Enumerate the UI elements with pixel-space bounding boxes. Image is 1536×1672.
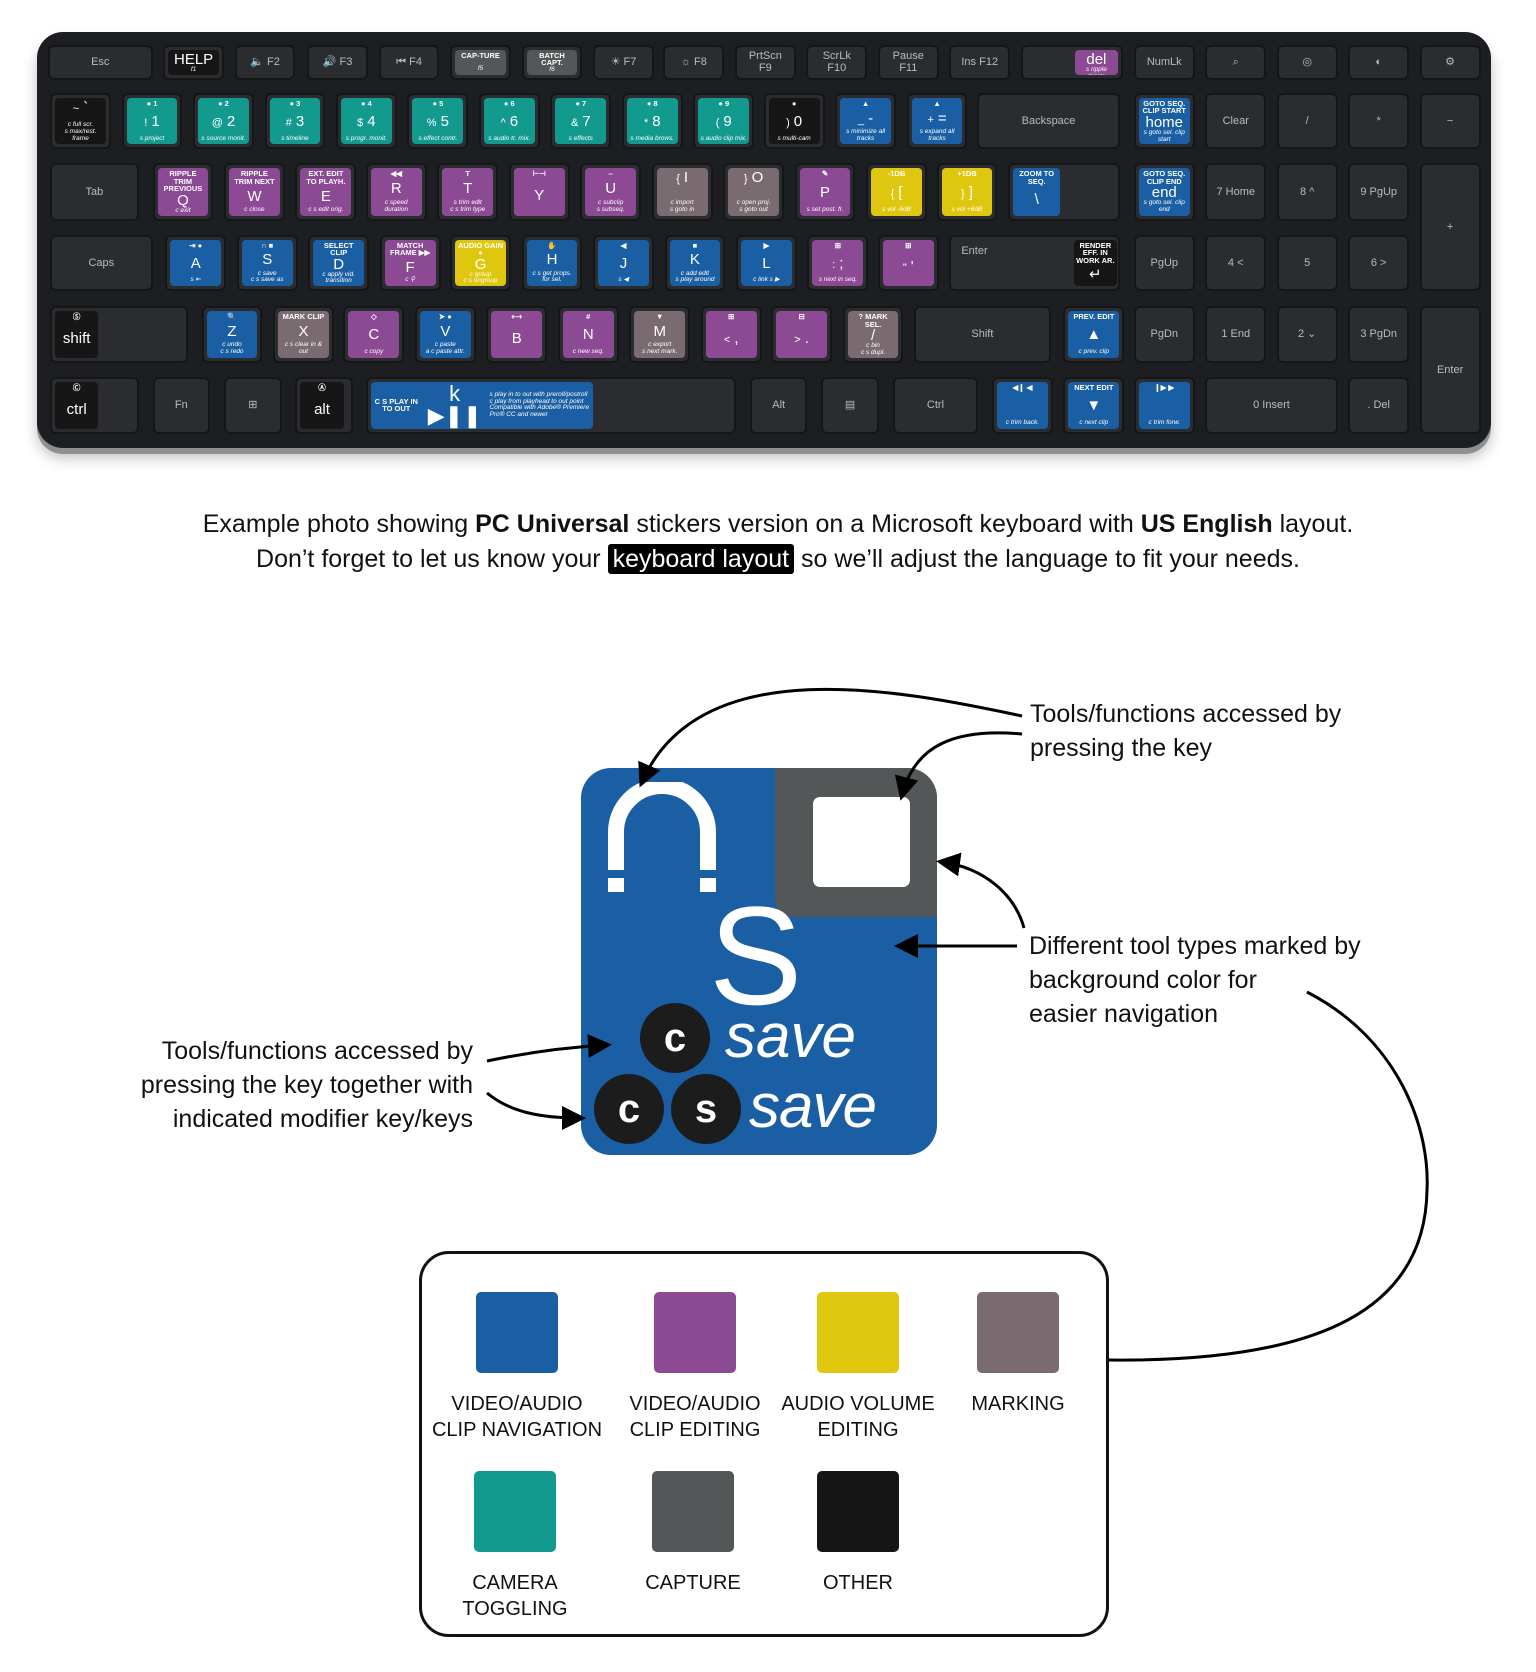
legend-swatch <box>654 1292 736 1373</box>
legend-item-mark: MARKING <box>928 1292 1108 1417</box>
legend-label: VIDEO/AUDIO CLIP NAVIGATION <box>427 1391 607 1443</box>
legend-item-edit: VIDEO/AUDIO CLIP EDITING <box>605 1292 785 1443</box>
arrow-to-capture-corner <box>936 852 1026 929</box>
legend-label: VIDEO/AUDIO CLIP EDITING <box>605 1391 785 1443</box>
legend-label: CAMERA TOGGLING <box>425 1570 605 1622</box>
legend-item-nav: VIDEO/AUDIO CLIP NAVIGATION <box>427 1292 607 1443</box>
legend-swatch <box>476 1292 558 1373</box>
arrow-to-save <box>486 1034 612 1063</box>
legend-swatch <box>817 1292 899 1373</box>
legend-label-line: AUDIO VOLUME <box>781 1393 935 1415</box>
legend-swatch <box>977 1292 1059 1373</box>
legend-item-capture: CAPTURE <box>603 1471 783 1596</box>
legend-label-line: OTHER <box>823 1572 893 1594</box>
legend-label-line: CAPTURE <box>645 1572 741 1594</box>
legend-label: CAPTURE <box>603 1570 783 1596</box>
legend-swatch <box>474 1471 556 1552</box>
legend-label-line: TOGGLING <box>462 1598 568 1620</box>
legend-item-audio: AUDIO VOLUME EDITING <box>768 1292 948 1443</box>
legend-label-line: MARKING <box>971 1393 1065 1415</box>
legend-label-line: EDITING <box>817 1419 899 1441</box>
legend-label: AUDIO VOLUME EDITING <box>768 1391 948 1443</box>
legend-item-camera: CAMERA TOGGLING <box>425 1471 605 1622</box>
legend-label: OTHER <box>768 1570 948 1596</box>
legend-swatch <box>817 1471 899 1552</box>
legend-item-other: OTHER <box>768 1471 948 1596</box>
connector-to-legend <box>1108 990 1429 1362</box>
legend-swatch <box>652 1471 734 1552</box>
legend-label-line: CLIP NAVIGATION <box>431 1419 603 1441</box>
legend-label-line: VIDEO/AUDIO <box>629 1393 761 1415</box>
color-legend: VIDEO/AUDIO CLIP NAVIGATION VIDEO/AUDIO CLI… <box>419 1251 1109 1637</box>
legend-label-line: VIDEO/AUDIO <box>451 1393 583 1415</box>
legend-label-line: CAMERA <box>472 1572 558 1594</box>
arrow-to-save-as <box>486 1091 586 1130</box>
legend-label: MARKING <box>928 1391 1108 1417</box>
legend-label-line: CLIP EDITING <box>629 1419 761 1441</box>
arrow-to-stop <box>894 731 1023 801</box>
